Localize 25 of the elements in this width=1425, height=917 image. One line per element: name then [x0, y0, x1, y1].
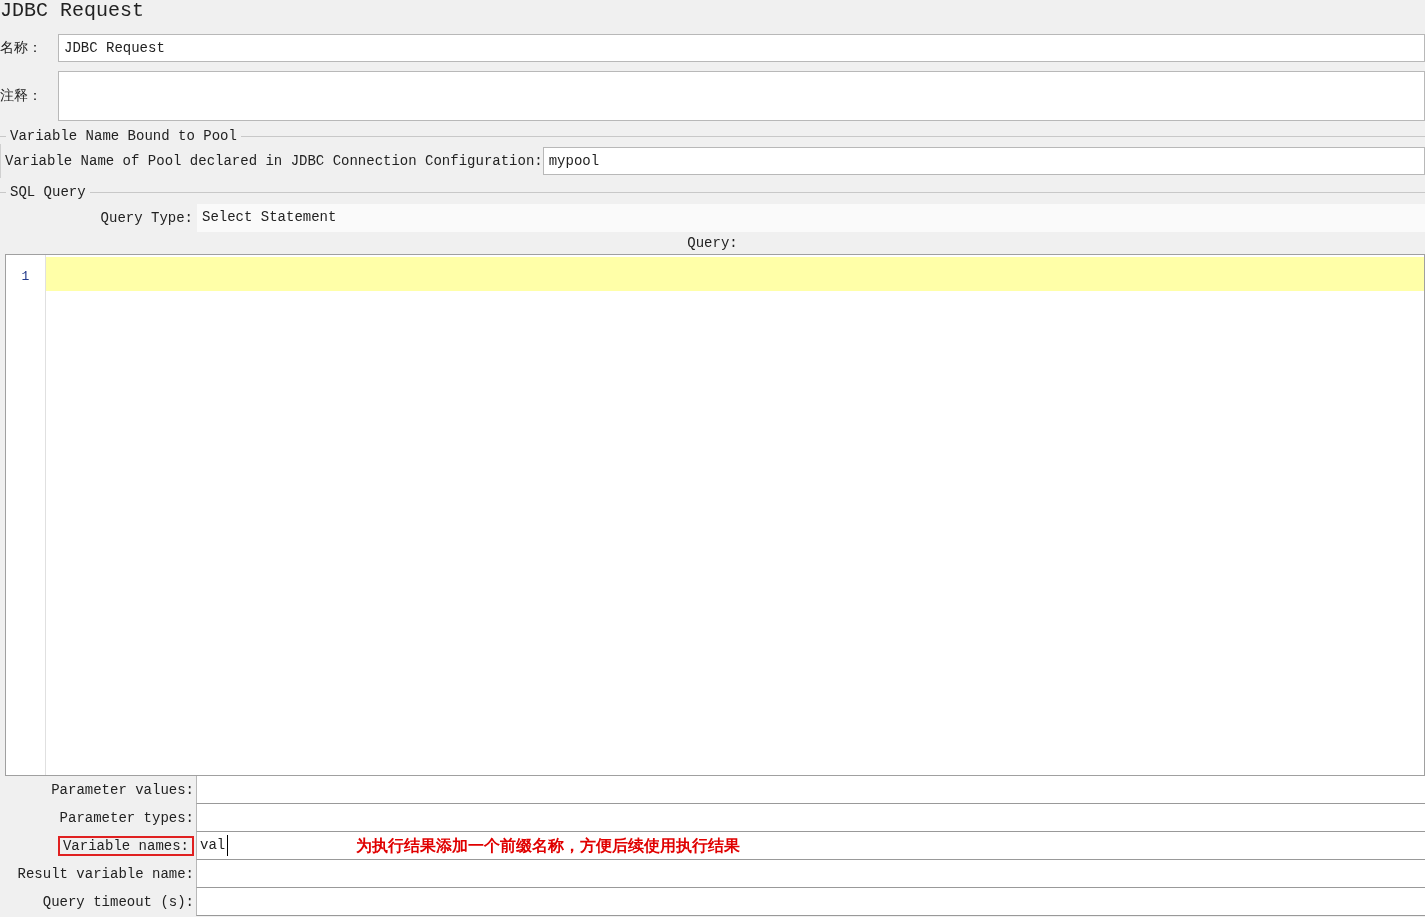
- param-field[interactable]: [196, 860, 1425, 888]
- pool-label: Variable Name of Pool declared in JDBC Connection Configuration:: [5, 151, 543, 171]
- param-field[interactable]: val: [200, 835, 228, 856]
- param-label: Variable names:: [57, 836, 194, 856]
- query-type-label: Query Type:: [99, 208, 194, 228]
- param-label: Parameter values:: [51, 782, 194, 798]
- section-legend: Variable Name Bound to Pool: [6, 125, 241, 147]
- query-editor[interactable]: 1: [5, 254, 1425, 776]
- name-label: 名称：: [0, 38, 42, 58]
- param-field[interactable]: [196, 804, 1425, 832]
- name-field[interactable]: JDBC Request: [58, 34, 1425, 62]
- annotation-text: 为执行结果添加一个前缀名称，方便后续使用执行结果: [355, 834, 741, 857]
- param-field[interactable]: [196, 888, 1425, 916]
- section-legend: SQL Query: [6, 181, 90, 203]
- query-label: Query:: [687, 235, 738, 251]
- pool-name-field[interactable]: mypool: [542, 147, 1425, 175]
- param-label: Query timeout (s):: [42, 894, 194, 910]
- param-field[interactable]: [196, 776, 1425, 804]
- query-type-dropdown[interactable]: Select Statement: [197, 204, 1425, 232]
- panel-title: JDBC Request: [0, 0, 146, 24]
- comment-field[interactable]: [58, 71, 1425, 121]
- param-label: Parameter types:: [59, 810, 194, 826]
- param-label: Result variable name:: [17, 866, 194, 882]
- comment-label: 注释：: [0, 86, 42, 106]
- line-number: 1: [20, 268, 31, 286]
